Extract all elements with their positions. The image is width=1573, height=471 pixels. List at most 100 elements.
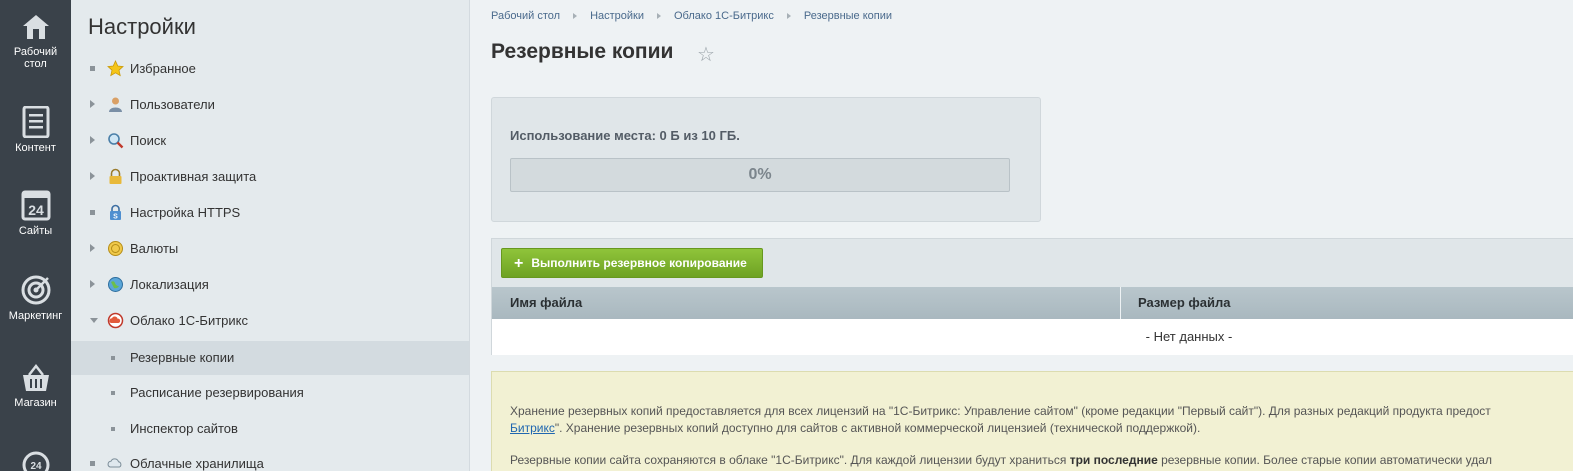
collapse-arrow-icon[interactable] bbox=[90, 318, 98, 323]
rail-item-marketing[interactable]: Маркетинг bbox=[0, 274, 71, 322]
settings-item-favorites[interactable]: Избранное bbox=[71, 52, 469, 86]
column-divider bbox=[1120, 287, 1121, 319]
expand-arrow-icon[interactable] bbox=[90, 244, 95, 252]
plus-icon: + bbox=[514, 255, 524, 272]
breadcrumb: Рабочий стол Настройки Облако 1С-Битрикс Ре… bbox=[491, 10, 892, 22]
settings-item-label: Локализация bbox=[130, 277, 209, 292]
table-body: - Нет данных - bbox=[492, 319, 1573, 355]
breadcrumb-separator-icon bbox=[573, 12, 578, 19]
storage-usage-text: Использование места: 0 Б из 10 ГБ. bbox=[510, 128, 740, 143]
rail-item-sites[interactable]: 24 Сайты bbox=[0, 189, 71, 237]
cloud-storage-icon bbox=[107, 458, 122, 468]
cloud-icon bbox=[107, 312, 124, 329]
settings-item-proactive[interactable]: Проактивная защита bbox=[71, 160, 469, 194]
bullet-marker bbox=[111, 427, 115, 431]
settings-item-currencies[interactable]: Валюты bbox=[71, 232, 469, 266]
settings-panel: Настройки Избранное Пользователи Поиск П… bbox=[71, 0, 470, 471]
favorite-star-icon[interactable]: ☆ bbox=[697, 42, 715, 67]
breadcrumb-item[interactable]: Резервные копии bbox=[804, 10, 892, 22]
settings-item-cloud-storage[interactable]: Облачные хранилища bbox=[71, 447, 469, 471]
settings-item-bitrix-cloud[interactable]: Облако 1С-Битрикс bbox=[71, 304, 469, 338]
settings-item-label: Проактивная защита bbox=[130, 169, 257, 184]
column-header-filesize[interactable]: Размер файла bbox=[1138, 287, 1231, 319]
svg-text:S: S bbox=[113, 214, 118, 221]
bitrix-link[interactable]: Битрикс bbox=[510, 421, 555, 435]
globe-icon bbox=[108, 277, 123, 292]
magnifier-icon bbox=[108, 133, 124, 149]
lock-icon bbox=[109, 168, 122, 184]
main-content: Рабочий стол Настройки Облако 1С-Битрикс Ре… bbox=[471, 0, 1573, 471]
storage-progress-bar: 0% bbox=[510, 158, 1010, 192]
user-icon bbox=[109, 97, 122, 112]
column-header-filename[interactable]: Имя файла bbox=[510, 287, 582, 319]
info-paragraph-line: Битрикс". Хранение резервных копий досту… bbox=[510, 420, 1200, 437]
progress-label: 0% bbox=[748, 166, 772, 183]
info-notice-box: Хранение резервных копий предоставляется… bbox=[491, 371, 1573, 471]
backup-list-box: + Выполнить резервное копирование Имя фай… bbox=[491, 238, 1573, 355]
rail-item-label: Сайты bbox=[18, 225, 53, 237]
settings-item-label: Облачные хранилища bbox=[130, 456, 264, 471]
breadcrumb-separator-icon bbox=[657, 12, 661, 19]
settings-item-label: Настройка HTTPS bbox=[130, 205, 241, 220]
calendar-24-icon: 24 bbox=[21, 190, 50, 221]
main-nav-rail: Рабочий стол Контент 24 Сайты Маркетинг bbox=[0, 0, 71, 471]
settings-item-label: Облако 1С-Битрикс bbox=[130, 313, 248, 328]
bullet-marker bbox=[90, 210, 95, 215]
shield-lock-icon: S bbox=[110, 204, 121, 221]
svg-text:24: 24 bbox=[28, 202, 44, 218]
info-text: Резервные копии сайта сохраняются в обла… bbox=[510, 453, 1070, 467]
breadcrumb-separator-icon bbox=[786, 12, 791, 19]
expand-arrow-icon[interactable] bbox=[90, 172, 95, 180]
rail-item-label: Магазин bbox=[14, 397, 57, 409]
settings-item-label: Резервные копии bbox=[130, 350, 235, 365]
breadcrumb-item[interactable]: Рабочий стол bbox=[491, 10, 560, 22]
run-backup-button[interactable]: + Выполнить резервное копирование bbox=[501, 248, 763, 278]
rail-item-shop[interactable]: Магазин bbox=[0, 363, 71, 409]
settings-item-label: Валюты bbox=[130, 241, 179, 256]
rail-item-label: Контент bbox=[15, 142, 56, 154]
settings-item-search[interactable]: Поиск bbox=[71, 124, 469, 158]
empty-table-text: - Нет данных - bbox=[1145, 329, 1233, 344]
star-icon bbox=[107, 60, 124, 77]
settings-item-site-inspector[interactable]: Инспектор сайтов bbox=[71, 412, 469, 446]
coin-icon bbox=[108, 241, 123, 256]
settings-title: Настройки bbox=[88, 14, 196, 39]
settings-item-label: Инспектор сайтов bbox=[130, 421, 238, 436]
target-icon bbox=[21, 275, 50, 305]
clock-24-icon: 24 bbox=[22, 451, 49, 471]
expand-arrow-icon[interactable] bbox=[90, 280, 95, 288]
settings-item-label: Расписание резервирования bbox=[130, 385, 304, 400]
bullet-marker bbox=[111, 391, 115, 395]
bullet-marker bbox=[111, 356, 115, 360]
table-header: Имя файла Размер файла bbox=[492, 287, 1573, 319]
rail-item-label: Рабочий bbox=[13, 46, 58, 58]
run-backup-label: Выполнить резервное копирование bbox=[531, 256, 747, 270]
home-icon bbox=[22, 15, 49, 39]
bullet-marker bbox=[90, 461, 95, 466]
settings-item-label: Пользователи bbox=[130, 97, 215, 112]
info-text: резервные копии. Более старые копии авто… bbox=[1157, 453, 1492, 467]
settings-item-backup-schedule[interactable]: Расписание резервирования bbox=[71, 376, 469, 410]
info-text: ". Хранение резервных копий доступно для… bbox=[554, 421, 1201, 435]
expand-arrow-icon[interactable] bbox=[90, 100, 95, 108]
settings-item-https[interactable]: S Настройка HTTPS bbox=[71, 196, 469, 230]
page-title: Резервные копии bbox=[491, 40, 674, 63]
expand-arrow-icon[interactable] bbox=[90, 136, 95, 144]
breadcrumb-item[interactable]: Облако 1С-Битрикс bbox=[674, 10, 774, 22]
settings-item-label: Избранное bbox=[130, 61, 196, 76]
settings-item-label: Поиск bbox=[130, 133, 167, 148]
rail-item-desktop[interactable]: Рабочий стол bbox=[0, 12, 71, 70]
rail-item-label: Маркетинг bbox=[8, 310, 63, 322]
bullet-marker bbox=[90, 66, 95, 71]
rail-item-content[interactable]: Контент bbox=[0, 106, 71, 154]
settings-item-users[interactable]: Пользователи bbox=[71, 88, 469, 122]
basket-icon bbox=[22, 363, 49, 391]
rail-item-more[interactable]: 24 bbox=[0, 450, 71, 471]
document-icon bbox=[22, 106, 49, 138]
storage-usage-box: Использование места: 0 Б из 10 ГБ. 0% bbox=[491, 97, 1041, 222]
breadcrumb-item[interactable]: Настройки bbox=[590, 10, 644, 22]
settings-item-localization[interactable]: Локализация bbox=[71, 268, 469, 302]
rail-item-label: стол bbox=[24, 58, 47, 70]
settings-item-backups[interactable]: Резервные копии bbox=[71, 341, 469, 375]
svg-text:24: 24 bbox=[30, 461, 42, 471]
